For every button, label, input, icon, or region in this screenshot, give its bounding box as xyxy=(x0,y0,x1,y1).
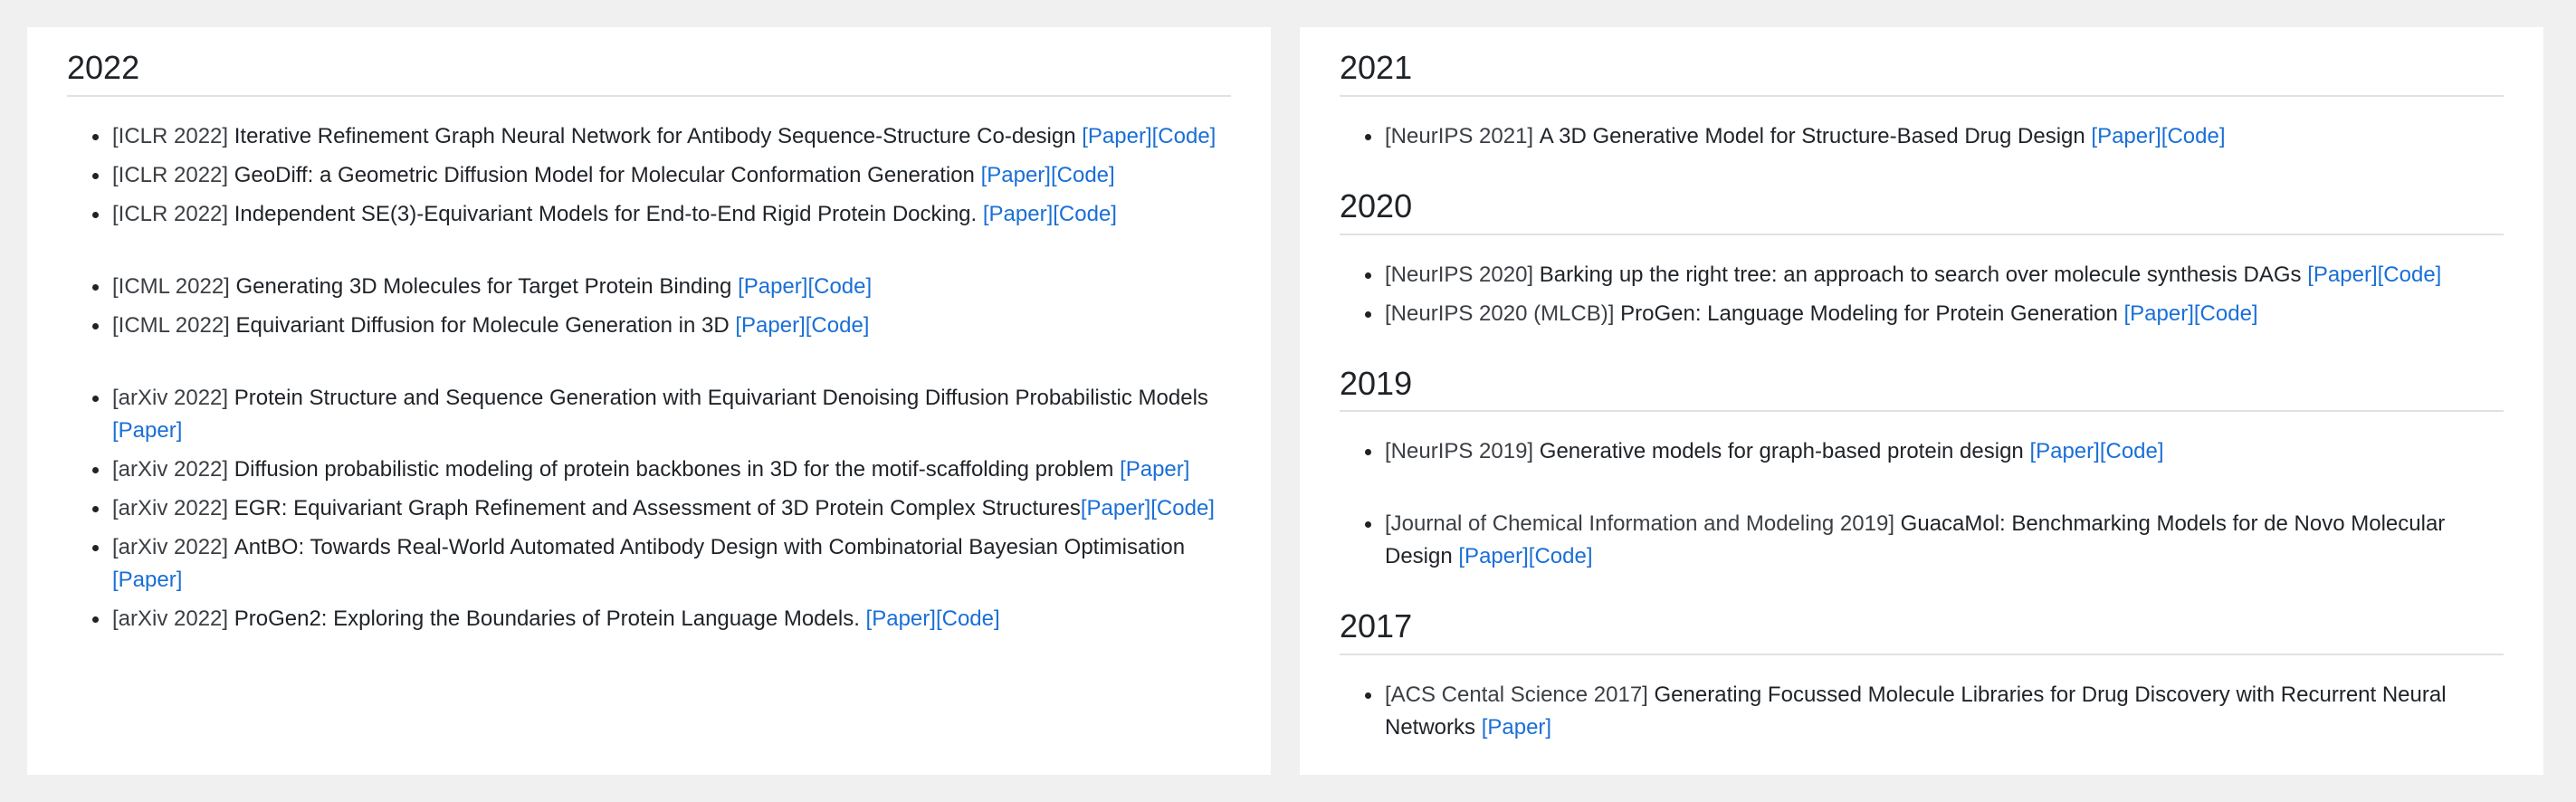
paper-title: Generating 3D Molecules for Target Prote… xyxy=(235,273,732,299)
paper-link[interactable]: [Paper] xyxy=(2123,301,2193,326)
paper-title: Iterative Refinement Graph Neural Networ… xyxy=(234,123,1076,148)
code-link[interactable]: [Code] xyxy=(2161,124,2226,148)
code-link[interactable]: [Code] xyxy=(1529,544,1593,568)
paper-title: GeoDiff: a Geometric Diffusion Model for… xyxy=(234,162,975,187)
paper-link[interactable]: [Paper] xyxy=(1482,715,1551,740)
paper-link[interactable]: [Paper] xyxy=(981,163,1051,187)
paper-venue: [arXiv 2022] xyxy=(112,385,229,410)
paper-list-item: [ICLR 2022] Independent SE(3)-Equivarian… xyxy=(67,198,1231,231)
paper-list-item: [arXiv 2022] AntBO: Towards Real-World A… xyxy=(67,531,1231,597)
paper-link[interactable]: [Paper] xyxy=(738,274,807,299)
paper-list-item: [ICLR 2022] GeoDiff: a Geometric Diffusi… xyxy=(67,159,1231,192)
code-link[interactable]: [Code] xyxy=(2194,301,2258,326)
paper-venue: [ICLR 2022] xyxy=(112,201,229,226)
year-heading: 2019 xyxy=(1340,363,2504,413)
paper-list-item: [arXiv 2022] EGR: Equivariant Graph Refi… xyxy=(67,492,1231,525)
paper-venue: [ICLR 2022] xyxy=(112,162,229,187)
paper-list: [arXiv 2022] Protein Structure and Seque… xyxy=(67,382,1231,635)
year-heading: 2020 xyxy=(1340,186,2504,235)
paper-list: [ICML 2022] Generating 3D Molecules for … xyxy=(67,271,1231,342)
paper-venue: [ICLR 2022] xyxy=(112,123,229,148)
paper-link[interactable]: [Paper] xyxy=(1081,496,1150,520)
year-heading: 2022 xyxy=(67,47,1231,97)
code-link[interactable]: [Code] xyxy=(807,274,872,299)
paper-title: Protein Structure and Sequence Generatio… xyxy=(234,385,1208,410)
paper-venue: [ICML 2022] xyxy=(112,312,230,338)
paper-list: [NeurIPS 2020] Barking up the right tree… xyxy=(1340,259,2504,330)
paper-list-item: [NeurIPS 2021] A 3D Generative Model for… xyxy=(1340,120,2504,153)
paper-title: ProGen2: Exploring the Boundaries of Pro… xyxy=(234,606,860,631)
paper-list-item: [ICLR 2022] Iterative Refinement Graph N… xyxy=(67,120,1231,153)
paper-list: [NeurIPS 2021] A 3D Generative Model for… xyxy=(1340,120,2504,153)
paper-list: [ACS Cental Science 2017] Generating Foc… xyxy=(1340,679,2504,744)
left-panel: 2022 [ICLR 2022] Iterative Refinement Gra… xyxy=(27,27,1271,775)
paper-venue: [NeurIPS 2021] xyxy=(1385,123,1534,148)
paper-link[interactable]: [Paper] xyxy=(1082,124,1151,148)
paper-venue: [arXiv 2022] xyxy=(112,606,229,631)
paper-list-item: [NeurIPS 2020] Barking up the right tree… xyxy=(1340,259,2504,291)
paper-link[interactable]: [Paper] xyxy=(1458,544,1528,568)
paper-title: A 3D Generative Model for Structure-Base… xyxy=(1539,123,2085,148)
code-link[interactable]: [Code] xyxy=(1051,163,1115,187)
paper-title: Diffusion probabilistic modeling of prot… xyxy=(234,456,1114,482)
paper-link[interactable]: [Paper] xyxy=(112,418,182,443)
paper-venue: [NeurIPS 2020 (MLCB)] xyxy=(1385,301,1615,326)
code-link[interactable]: [Code] xyxy=(1150,496,1215,520)
paper-list-item: [NeurIPS 2019] Generative models for gra… xyxy=(1340,435,2504,468)
paper-list-item: [Journal of Chemical Information and Mod… xyxy=(1340,508,2504,573)
paper-venue: [ACS Cental Science 2017] xyxy=(1385,683,1648,708)
paper-venue: [arXiv 2022] xyxy=(112,495,229,520)
paper-list-item: [arXiv 2022] Diffusion probabilistic mod… xyxy=(67,454,1231,486)
paper-venue: [ICML 2022] xyxy=(112,273,230,299)
paper-title: EGR: Equivariant Graph Refinement and As… xyxy=(234,495,1081,520)
paper-list-item: [ICML 2022] Generating 3D Molecules for … xyxy=(67,271,1231,303)
paper-link[interactable]: [Paper] xyxy=(866,606,936,631)
paper-list-item: [ICML 2022] Equivariant Diffusion for Mo… xyxy=(67,310,1231,342)
paper-list: [ICLR 2022] Iterative Refinement Graph N… xyxy=(67,120,1231,231)
paper-list-item: [arXiv 2022] Protein Structure and Seque… xyxy=(67,382,1231,447)
code-link[interactable]: [Code] xyxy=(936,606,1000,631)
year-heading: 2021 xyxy=(1340,47,2504,97)
paper-list: [Journal of Chemical Information and Mod… xyxy=(1340,508,2504,573)
paper-link[interactable]: [Paper] xyxy=(2091,124,2161,148)
code-link[interactable]: [Code] xyxy=(806,313,870,338)
right-panel: 2021 [NeurIPS 2021] A 3D Generative Model… xyxy=(1300,27,2543,775)
paper-venue: [arXiv 2022] xyxy=(112,456,229,482)
paper-link[interactable]: [Paper] xyxy=(983,202,1053,226)
paper-link[interactable]: [Paper] xyxy=(2029,439,2099,463)
code-link[interactable]: [Code] xyxy=(2100,439,2164,463)
paper-link[interactable]: [Paper] xyxy=(1120,457,1189,482)
code-link[interactable]: [Code] xyxy=(1053,202,1117,226)
paper-venue: [NeurIPS 2019] xyxy=(1385,439,1534,464)
paper-link[interactable]: [Paper] xyxy=(112,568,182,592)
code-link[interactable]: [Code] xyxy=(2378,263,2442,287)
paper-title: Independent SE(3)-Equivariant Models for… xyxy=(234,201,978,226)
paper-link[interactable]: [Paper] xyxy=(2307,263,2377,287)
code-link[interactable]: [Code] xyxy=(1152,124,1216,148)
paper-link[interactable]: [Paper] xyxy=(735,313,805,338)
paper-venue: [NeurIPS 2020] xyxy=(1385,262,1534,287)
paper-list: [NeurIPS 2019] Generative models for gra… xyxy=(1340,435,2504,468)
paper-title: Generative models for graph-based protei… xyxy=(1539,439,2024,464)
paper-title: Equivariant Diffusion for Molecule Gener… xyxy=(235,312,730,338)
paper-venue: [Journal of Chemical Information and Mod… xyxy=(1385,511,1894,537)
paper-list-item: [arXiv 2022] ProGen2: Exploring the Boun… xyxy=(67,603,1231,635)
paper-title: Barking up the right tree: an approach t… xyxy=(1539,262,2302,287)
paper-venue: [arXiv 2022] xyxy=(112,534,229,559)
paper-list-item: [NeurIPS 2020 (MLCB)] ProGen: Language M… xyxy=(1340,298,2504,330)
year-heading: 2017 xyxy=(1340,606,2504,656)
paper-list-item: [ACS Cental Science 2017] Generating Foc… xyxy=(1340,679,2504,744)
paper-title: ProGen: Language Modeling for Protein Ge… xyxy=(1620,301,2118,326)
paper-title: AntBO: Towards Real-World Automated Anti… xyxy=(234,534,1186,559)
